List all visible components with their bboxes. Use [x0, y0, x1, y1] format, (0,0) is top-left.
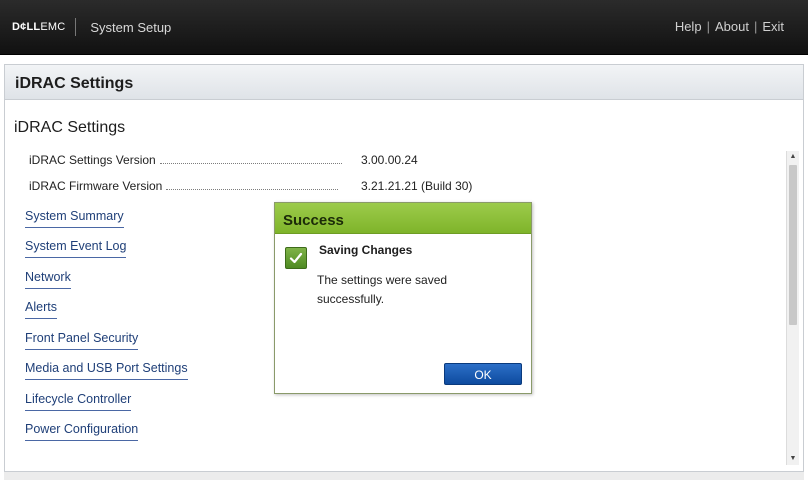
brand-divider: [75, 18, 77, 36]
nav-alerts[interactable]: Alerts: [25, 300, 57, 319]
info-value: 3.00.00.24: [361, 153, 418, 167]
info-row-firmware-version: iDRAC Firmware Version 3.21.21.21 (Build…: [29, 179, 473, 193]
about-link[interactable]: About: [715, 19, 749, 34]
nav-media-usb-port-settings[interactable]: Media and USB Port Settings: [25, 361, 188, 380]
leader-dots: [159, 162, 342, 164]
dialog-title: Success: [283, 212, 344, 229]
success-dialog: Success Saving Changes The settings were…: [274, 202, 532, 394]
nav-system-event-log[interactable]: System Event Log: [25, 239, 127, 258]
dialog-heading: Saving Changes: [319, 243, 413, 257]
link-separator: |: [706, 19, 710, 34]
help-link[interactable]: Help: [675, 19, 702, 34]
scroll-up-arrow-icon[interactable]: ▲: [787, 151, 799, 163]
nav-system-summary[interactable]: System Summary: [25, 209, 124, 228]
page-title: iDRAC Settings: [14, 119, 126, 136]
dialog-message: The settings were saved successfully.: [317, 273, 448, 306]
frame-header-title: iDRAC Settings: [15, 75, 134, 92]
scroll-thumb[interactable]: [789, 165, 797, 325]
info-label: iDRAC Firmware Version: [29, 179, 163, 193]
nav-power-configuration[interactable]: Power Configuration: [25, 422, 139, 441]
app-title: System Setup: [90, 19, 172, 35]
link-separator: |: [753, 19, 758, 34]
top-bar: D¢LLEMC System Setup Help | About | Exit: [0, 0, 808, 55]
vertical-scrollbar[interactable]: ▲ ▼: [786, 151, 799, 465]
info-value: 3.21.21.21 (Build 30): [361, 179, 473, 193]
leader-dots: [166, 188, 339, 190]
frame-header: iDRAC Settings: [5, 65, 803, 100]
dell-emc-logo: D¢LLEMC: [12, 21, 66, 33]
scroll-down-arrow-icon[interactable]: ▼: [787, 453, 799, 465]
checkmark-icon: [285, 247, 307, 269]
nav-front-panel-security[interactable]: Front Panel Security: [25, 331, 139, 350]
info-row-settings-version: iDRAC Settings Version 3.00.00.24: [29, 153, 469, 167]
top-links: Help | About | Exit: [675, 19, 784, 34]
nav-network[interactable]: Network: [25, 270, 71, 289]
exit-link[interactable]: Exit: [762, 19, 784, 34]
info-label: iDRAC Settings Version: [29, 153, 156, 167]
ok-button[interactable]: OK: [444, 363, 522, 385]
nav-lifecycle-controller[interactable]: Lifecycle Controller: [25, 392, 132, 411]
bottom-strip: [4, 472, 804, 480]
brand: D¢LLEMC System Setup: [12, 18, 172, 36]
